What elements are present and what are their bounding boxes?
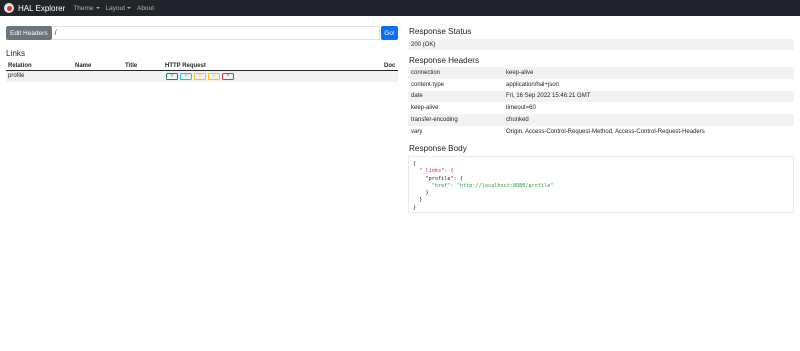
links-table: Relation Name Title HTTP Request Doc pro… <box>6 62 398 82</box>
left-panel: Edit Headers / Go! Links Relation Name T… <box>6 26 398 82</box>
response-headers-title: Response Headers <box>409 56 480 65</box>
table-row: transfer-encoding chunked <box>408 114 794 126</box>
http-request-buttons: < + » » × <box>166 73 234 80</box>
request-bar: Edit Headers / Go! <box>6 26 398 40</box>
col-http-request: HTTP Request <box>165 63 206 69</box>
col-title: Title <box>125 63 138 69</box>
table-row: content-type application/hal+json <box>408 79 794 91</box>
json-line: "_links": { <box>413 168 789 175</box>
table-row: vary Origin, Access-Control-Request-Metho… <box>408 126 794 138</box>
header-key: keep-alive <box>411 105 439 112</box>
col-relation: Relation <box>8 63 32 69</box>
json-line: } <box>413 204 417 211</box>
header-key: date <box>411 93 423 100</box>
links-table-header: Relation Name Title HTTP Request Doc <box>6 62 398 71</box>
json-line: } <box>413 197 423 204</box>
get-request-button[interactable]: < <box>166 73 178 80</box>
brand-title: HAL Explorer <box>18 3 66 13</box>
response-body-json[interactable]: { "_links": { "profile": { "href": "http… <box>408 156 794 213</box>
header-key: transfer-encoding <box>411 117 458 124</box>
json-line-href: "href": "http://localhost:8080/profile" <box>413 182 554 189</box>
table-row: keep-alive timeout=60 <box>408 102 794 114</box>
col-doc: Doc <box>384 63 396 69</box>
json-line: } <box>413 190 429 197</box>
nav-theme-menu[interactable]: Theme <box>73 5 100 12</box>
table-row: profile < + » » × <box>6 71 398 82</box>
post-request-button[interactable]: + <box>180 73 192 80</box>
relation-cell: profile <box>8 73 25 79</box>
header-value: Fri, 16 Sep 2022 15:46:21 GMT <box>506 93 591 100</box>
url-input[interactable]: / <box>51 26 380 40</box>
header-value: application/hal+json <box>506 81 559 88</box>
header-key: vary <box>411 128 423 135</box>
table-row: connection keep-alive <box>408 67 794 79</box>
edit-headers-button[interactable]: Edit Headers <box>6 26 52 40</box>
header-key: content-type <box>411 81 445 88</box>
json-line: "href": "http://localhost:8080/profile" <box>413 183 789 190</box>
response-status-value: 200 (OK) <box>408 39 794 50</box>
brand[interactable]: HAL Explorer <box>4 3 65 13</box>
top-navbar: HAL Explorer Theme Layout About <box>0 0 800 16</box>
header-value: keep-alive <box>506 69 534 76</box>
json-line-links: "_links": { <box>413 168 454 175</box>
table-row: date Fri, 16 Sep 2022 15:46:21 GMT <box>408 90 794 103</box>
header-key: connection <box>411 69 441 76</box>
links-title: Links <box>6 49 26 58</box>
json-line: "profile": { <box>413 176 789 183</box>
response-body-title: Response Body <box>409 144 467 153</box>
header-value: chunked <box>506 117 529 124</box>
caret-down-icon <box>127 7 132 9</box>
put-request-button[interactable]: » <box>194 73 206 80</box>
hal-logo-icon <box>4 3 14 13</box>
response-status-title: Response Status <box>409 27 472 36</box>
patch-request-button[interactable]: » <box>208 73 220 80</box>
nav-layout-menu[interactable]: Layout <box>106 5 132 12</box>
delete-request-button[interactable]: × <box>222 73 234 80</box>
caret-down-icon <box>95 7 100 9</box>
json-line-profile: "profile": { <box>413 175 463 182</box>
json-line: { <box>413 161 417 167</box>
nav-about-link[interactable]: About <box>137 5 154 12</box>
col-name: Name <box>75 63 92 69</box>
response-headers-table: connection keep-alive content-type applica… <box>408 67 794 138</box>
header-value: timeout=60 <box>506 105 536 112</box>
header-value: Origin, Access-Control-Request-Method, A… <box>506 128 705 135</box>
go-button[interactable]: Go! <box>381 26 398 40</box>
